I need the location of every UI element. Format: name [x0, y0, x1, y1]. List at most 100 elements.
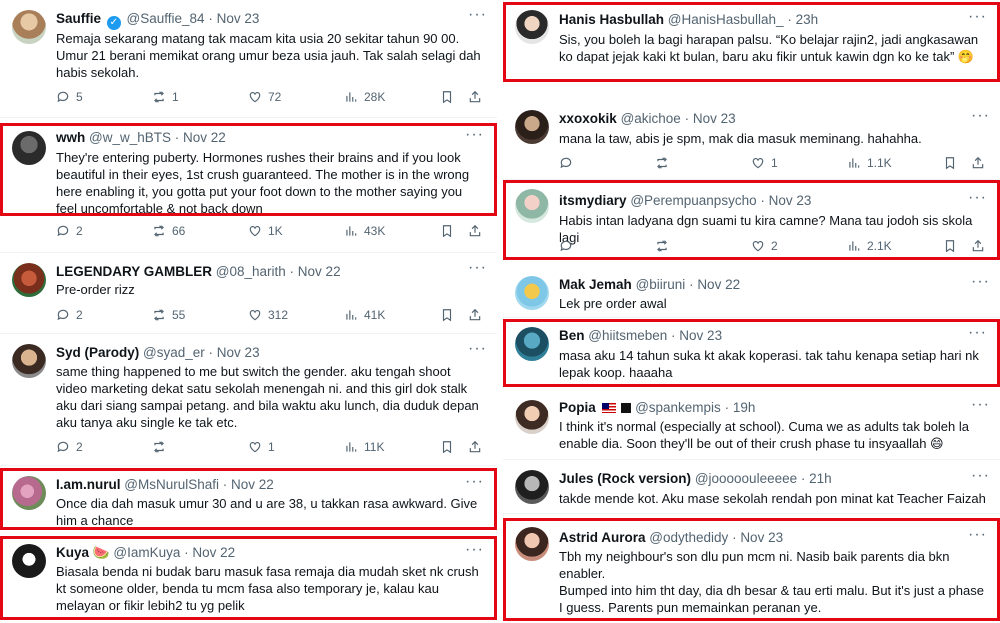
handle[interactable]: @spankempis: [635, 400, 721, 415]
more-options-icon[interactable]: ···: [971, 273, 990, 291]
tweet-date[interactable]: Nov 23: [769, 193, 812, 208]
retweet-button[interactable]: [655, 239, 669, 253]
tweet-card-highlighted[interactable]: Astrid Aurora @odythedidy · Nov 23 ··· T…: [503, 518, 1000, 621]
handle[interactable]: @w_w_hBTS: [89, 130, 171, 145]
handle[interactable]: @08_harith: [216, 264, 286, 279]
tweet-card-highlighted[interactable]: Hanis Hasbullah @HanisHasbullah_ · 23h ·…: [503, 2, 1000, 82]
display-name[interactable]: itsmydiary: [559, 193, 627, 208]
tweet-card-highlighted[interactable]: Kuya 🍉 @IamKuya · Nov 22 ··· Biasala ben…: [0, 536, 497, 620]
avatar[interactable]: [515, 10, 549, 44]
tweet-card[interactable]: xxoxokik @akichoe · Nov 23 ··· mana la t…: [503, 104, 1000, 180]
avatar[interactable]: [515, 527, 549, 561]
tweet-date[interactable]: Nov 22: [183, 130, 226, 145]
display-name[interactable]: Kuya: [56, 545, 89, 560]
share-button[interactable]: [468, 308, 482, 322]
views-button[interactable]: 11K: [344, 440, 384, 454]
views-button[interactable]: 1.1K: [847, 156, 892, 170]
retweet-button[interactable]: [152, 440, 172, 454]
avatar[interactable]: [12, 263, 46, 297]
tweet-card-highlighted[interactable]: itsmydiary @Perempuanpsycho · Nov 23 ···…: [503, 180, 1000, 260]
tweet-card[interactable]: LEGENDARY GAMBLER @08_harith · Nov 22 ··…: [0, 252, 497, 334]
like-button[interactable]: 2: [751, 239, 778, 253]
reply-button[interactable]: 2: [56, 308, 83, 322]
retweet-button[interactable]: 1: [152, 90, 179, 104]
reply-button[interactable]: 5: [56, 90, 83, 104]
display-name[interactable]: Popia: [559, 400, 596, 415]
avatar[interactable]: [515, 276, 549, 310]
handle[interactable]: @IamKuya: [113, 545, 180, 560]
display-name[interactable]: Syd (Parody): [56, 345, 139, 360]
retweet-button[interactable]: [655, 156, 669, 170]
more-options-icon[interactable]: ···: [971, 396, 990, 414]
avatar[interactable]: [515, 400, 549, 434]
share-button[interactable]: [971, 156, 985, 170]
bookmark-button[interactable]: [943, 156, 957, 170]
avatar[interactable]: [515, 189, 549, 223]
display-name[interactable]: Hanis Hasbullah: [559, 12, 664, 27]
handle[interactable]: @hiitsmeben: [588, 328, 667, 343]
more-options-icon[interactable]: ···: [968, 324, 987, 342]
tweet-date[interactable]: Nov 22: [231, 477, 274, 492]
tweet-date[interactable]: Nov 22: [192, 545, 235, 560]
tweet-date[interactable]: Nov 22: [298, 264, 341, 279]
share-button[interactable]: [468, 224, 482, 238]
tweet-card-highlighted[interactable]: Ben @hiitsmeben · Nov 23 ··· masa aku 14…: [503, 319, 1000, 387]
tweet-date[interactable]: Nov 23: [693, 111, 736, 126]
more-options-icon[interactable]: ···: [968, 189, 987, 207]
tweet-date[interactable]: Nov 23: [217, 11, 260, 26]
tweet-card[interactable]: Mak Jemah @biiruni · Nov 22 ··· Lek pre …: [503, 268, 1000, 318]
like-button[interactable]: 1K: [248, 224, 283, 238]
tweet-card[interactable]: Syd (Parody) @syad_er · Nov 23 ··· same …: [0, 334, 497, 466]
bookmark-button[interactable]: [440, 224, 454, 238]
reply-button[interactable]: 2: [56, 224, 83, 238]
handle[interactable]: @biiruni: [636, 277, 686, 292]
display-name[interactable]: wwh: [56, 130, 85, 145]
retweet-button[interactable]: 66: [152, 224, 185, 238]
avatar[interactable]: [12, 10, 46, 44]
share-button[interactable]: [468, 440, 482, 454]
tweet-date[interactable]: 19h: [733, 400, 756, 415]
display-name[interactable]: I.am.nurul: [56, 477, 121, 492]
display-name[interactable]: LEGENDARY GAMBLER: [56, 264, 212, 279]
display-name[interactable]: Astrid Aurora: [559, 530, 646, 545]
handle[interactable]: @Perempuanpsycho: [630, 193, 756, 208]
views-button[interactable]: 28K: [344, 90, 385, 104]
handle[interactable]: @MsNurulShafi: [124, 477, 219, 492]
more-options-icon[interactable]: ···: [468, 259, 487, 277]
tweet-date[interactable]: Nov 22: [697, 277, 740, 292]
tweet-date[interactable]: 21h: [809, 471, 832, 486]
bookmark-button[interactable]: [943, 239, 957, 253]
tweet-card-highlighted[interactable]: I.am.nurul @MsNurulShafi · Nov 22 ··· On…: [0, 468, 497, 530]
avatar[interactable]: [515, 110, 549, 144]
share-button[interactable]: [468, 90, 482, 104]
like-button[interactable]: 72: [248, 90, 281, 104]
display-name[interactable]: Jules (Rock version): [559, 471, 691, 486]
more-options-icon[interactable]: ···: [968, 8, 987, 26]
more-options-icon[interactable]: ···: [468, 6, 487, 24]
handle[interactable]: @syad_er: [143, 345, 205, 360]
tweet-date[interactable]: Nov 23: [679, 328, 722, 343]
more-options-icon[interactable]: ···: [465, 126, 484, 144]
more-options-icon[interactable]: ···: [971, 467, 990, 485]
reply-button[interactable]: [559, 239, 573, 253]
tweet-card[interactable]: Sauffie ✓ @Sauffie_84 · Nov 23 ··· Remaj…: [0, 0, 497, 118]
handle[interactable]: @odythedidy: [649, 530, 728, 545]
handle[interactable]: @akichoe: [621, 111, 681, 126]
bookmark-button[interactable]: [440, 90, 454, 104]
views-button[interactable]: 2.1K: [847, 239, 892, 253]
more-options-icon[interactable]: ···: [971, 107, 990, 125]
more-options-icon[interactable]: ···: [468, 340, 487, 358]
handle[interactable]: @Sauffie_84: [127, 11, 205, 26]
handle[interactable]: @jooooouleeeee: [695, 471, 797, 486]
bookmark-button[interactable]: [440, 308, 454, 322]
retweet-button[interactable]: 55: [152, 308, 185, 322]
avatar[interactable]: [515, 327, 549, 361]
tweet-card[interactable]: Jules (Rock version) @jooooouleeeee · 21…: [503, 464, 1000, 514]
more-options-icon[interactable]: ···: [968, 526, 987, 544]
views-button[interactable]: 43K: [344, 224, 385, 238]
like-button[interactable]: 1: [751, 156, 778, 170]
tweet-date[interactable]: 23h: [796, 12, 819, 27]
handle[interactable]: @HanisHasbullah_: [668, 12, 784, 27]
bookmark-button[interactable]: [440, 440, 454, 454]
avatar[interactable]: [12, 476, 46, 510]
